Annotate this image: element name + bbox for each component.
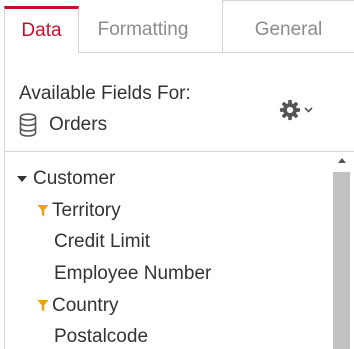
tree-field-postalcode[interactable]: Postalcode — [54, 322, 148, 349]
tree-node-label: Customer — [33, 168, 116, 189]
fields-header: Available Fields For: Orders — [5, 53, 354, 152]
tab-bar: Data Formatting General — [0, 0, 354, 53]
filter-icon — [37, 205, 49, 217]
chevron-down-icon — [304, 107, 313, 113]
data-panel: Available Fields For: Orders Customer Te… — [4, 53, 354, 349]
scroll-up-button[interactable] — [333, 152, 350, 169]
tab-general[interactable]: General — [222, 0, 354, 53]
field-label: Territory — [52, 200, 121, 221]
field-label: Postalcode — [54, 326, 149, 347]
chevron-up-icon — [337, 158, 346, 163]
tree-node-customer[interactable]: Customer — [17, 164, 115, 194]
field-label: Employee Number — [54, 263, 212, 284]
vertical-scrollbar[interactable] — [333, 152, 350, 349]
tree-field-territory[interactable]: Territory — [37, 196, 121, 226]
caret-down-icon[interactable] — [17, 176, 27, 182]
data-source-row: Orders — [19, 111, 107, 139]
field-label: Credit Limit — [54, 231, 151, 252]
tab-formatting[interactable]: Formatting — [82, 6, 204, 53]
scroll-thumb[interactable] — [333, 172, 350, 349]
database-icon — [19, 113, 37, 137]
tree-field-employee-number[interactable]: Employee Number — [54, 259, 211, 289]
data-source-name: Orders — [49, 114, 108, 135]
tab-data[interactable]: Data — [4, 6, 79, 53]
available-fields-label: Available Fields For: — [19, 83, 191, 104]
gear-icon — [279, 99, 301, 121]
tree-field-credit-limit[interactable]: Credit Limit — [54, 227, 150, 257]
fields-tree: Customer Territory Credit Limit Employee… — [5, 152, 332, 349]
tree-field-country[interactable]: Country — [37, 291, 119, 321]
field-settings-button[interactable] — [279, 97, 319, 123]
filter-icon — [37, 300, 49, 312]
field-label: Country — [52, 295, 119, 316]
